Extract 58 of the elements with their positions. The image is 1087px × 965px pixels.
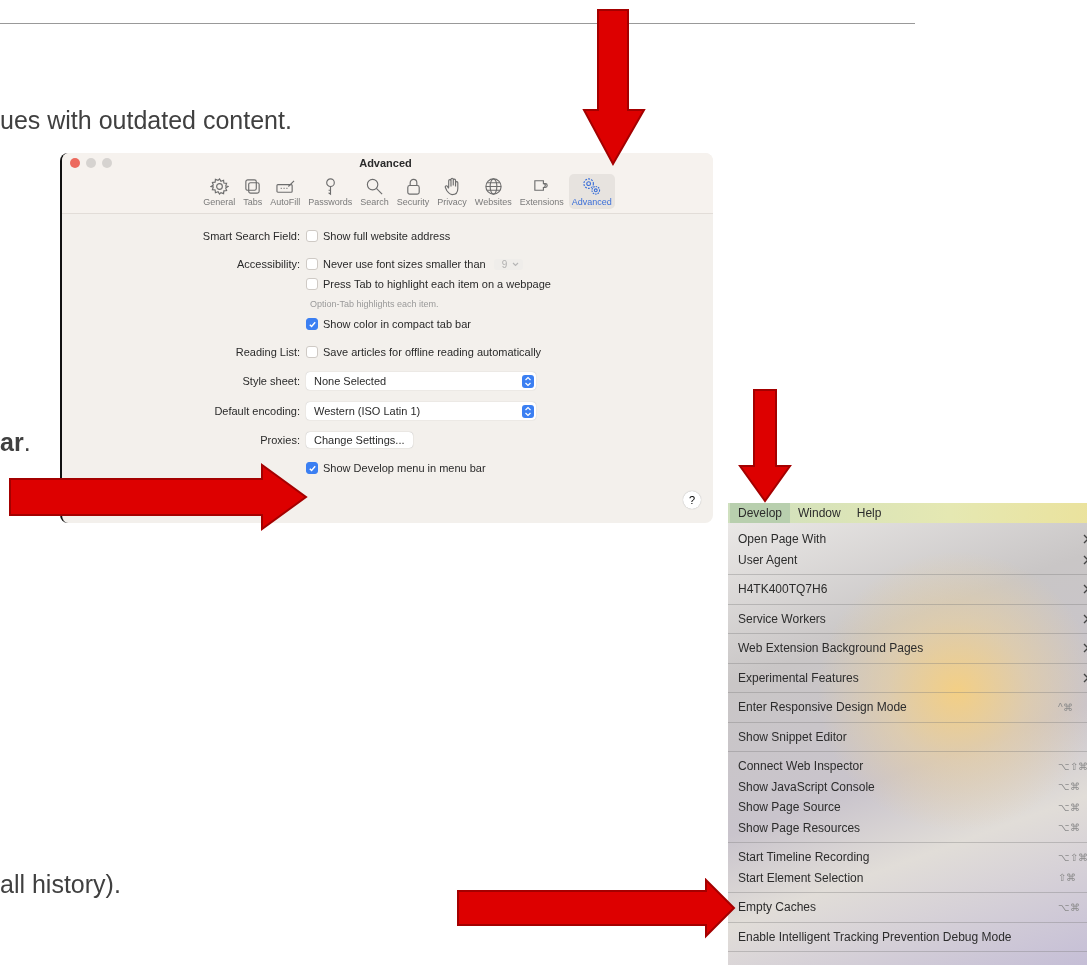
toolbar-tab[interactable]: Advanced [568, 174, 615, 209]
shortcut-text: ⌥⌘ [1058, 781, 1080, 793]
menu-item[interactable]: Show Page Resources ⌥⌘ [736, 817, 1087, 838]
menu-item[interactable]: Start Element Selection ⇧⌘ [736, 867, 1087, 888]
menu-item[interactable]: Experimental Features [736, 667, 1087, 688]
toolbar-tab[interactable]: Security [393, 174, 433, 209]
checkbox-label: Save articles for offline reading automatically [323, 346, 542, 358]
toolbar-tab[interactable]: Extensions [516, 174, 567, 209]
paragraph-text: ues with outdated content. [0, 106, 292, 135]
shortcut-text: ⌥⌘ [1058, 822, 1080, 834]
checkbox-label: Show full website address [323, 230, 451, 242]
setting-label: Accessibility: [236, 258, 301, 270]
toolbar-tab[interactable]: Tabs [240, 174, 266, 209]
paragraph-text: ar. [0, 428, 31, 457]
menu-item[interactable]: Web Extension Background Pages [736, 638, 1087, 659]
toolbar-tab[interactable]: Passwords [305, 174, 356, 209]
menu-item[interactable]: Enter Responsive Design Mode ^⌘ [736, 697, 1087, 718]
menu-item[interactable]: H4TK400TQ7H6 [736, 579, 1087, 600]
menu-bar-item[interactable]: Window [790, 503, 849, 523]
help-button[interactable]: ? [683, 491, 701, 509]
toolbar-tab[interactable]: Search [357, 174, 392, 209]
shortcut-text: ^⌘ [1058, 701, 1073, 713]
setting-label: Reading List: [234, 346, 301, 358]
menu-item[interactable]: User Agent [736, 549, 1087, 570]
shortcut-text: ⌥⌘ [1058, 801, 1080, 813]
setting-label: Style sheet: [241, 375, 301, 387]
menu-item[interactable]: Open Page With [736, 529, 1087, 550]
dropdown[interactable]: None Selected [306, 372, 536, 390]
checkbox-label: Show color in compact tab bar [323, 318, 471, 330]
paragraph-text: all history). [0, 870, 121, 899]
menu-item[interactable]: Show JavaScript Console ⌥⌘ [736, 776, 1087, 797]
toolbar-tab[interactable]: Websites [471, 174, 515, 209]
menu-item[interactable]: Connect Web Inspector ⌥⇧⌘ [736, 756, 1087, 777]
menu-item[interactable]: Start Timeline Recording ⌥⇧⌘ [736, 847, 1087, 868]
shortcut-text: ⌥⌘ [1058, 901, 1080, 913]
hint-text: Option-Tab highlights each item. [310, 299, 439, 309]
menu-item[interactable]: Show Snippet Editor [736, 726, 1087, 747]
menu-bar-item[interactable]: Develop [730, 503, 791, 523]
shortcut-text: ⇧⌘ [1058, 872, 1076, 884]
window-title: Advanced [358, 157, 413, 169]
checkbox-label: Show Develop menu in menu bar [323, 462, 486, 474]
menu-item[interactable]: Service Workers [736, 608, 1087, 629]
change-settings-button[interactable]: Change Settings... [306, 432, 413, 448]
toolbar-tab[interactable]: AutoFill [267, 174, 304, 209]
menu-item[interactable]: Show Page Source ⌥⌘ [736, 797, 1087, 818]
menu-item[interactable]: Enable Intelligent Tracking Prevention Debug Mode [736, 926, 1087, 947]
dropdown[interactable]: Western (ISO Latin 1) [306, 402, 536, 420]
setting-label: Smart Search Field: [201, 230, 301, 242]
checkbox-label: Never use font sizes smaller than [323, 258, 486, 270]
toolbar-tab[interactable]: General [200, 174, 239, 209]
menu-bar-item[interactable]: Help [848, 503, 890, 523]
shortcut-text: ⌥⇧⌘ [1058, 851, 1087, 863]
menu-item[interactable]: Empty Caches ⌥⌘ [736, 897, 1087, 918]
setting-label: Default encoding: [213, 405, 301, 417]
checkbox-label: Press Tab to highlight each item on a webpage [323, 278, 551, 290]
shortcut-text: ⌥⇧⌘ [1058, 760, 1087, 772]
setting-label: Proxies: [259, 434, 301, 446]
toolbar-tab[interactable]: Privacy [434, 174, 470, 209]
